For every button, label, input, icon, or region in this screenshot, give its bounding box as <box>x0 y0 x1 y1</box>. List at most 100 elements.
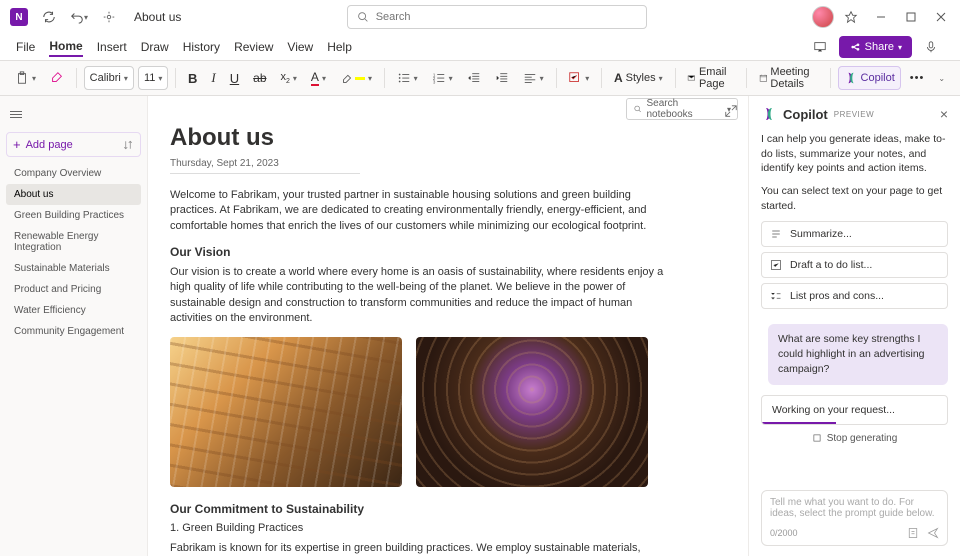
align-button[interactable]: ▾ <box>518 66 549 90</box>
strikethrough-button[interactable]: ab <box>248 66 271 90</box>
bold-button[interactable]: B <box>183 66 202 90</box>
meeting-details-button[interactable]: Meeting Details <box>754 66 823 90</box>
paste-button[interactable]: ▾ <box>10 66 41 90</box>
highlight-button[interactable]: ▾ <box>335 66 377 90</box>
sort-icon[interactable] <box>122 139 134 151</box>
page-date[interactable]: Thursday, Sept 21, 2023 <box>170 158 360 174</box>
summarize-icon <box>770 228 782 240</box>
touch-mode-icon[interactable] <box>96 4 122 30</box>
todo-icon <box>770 259 782 271</box>
email-page-button[interactable]: Email Page <box>682 66 739 90</box>
copilot-input-placeholder: Tell me what you want to do. For ideas, … <box>770 497 939 523</box>
menu-file[interactable]: File <box>16 38 35 56</box>
collapse-ribbon-icon[interactable]: ⌄ <box>933 66 950 90</box>
app-icon[interactable]: N <box>6 4 32 30</box>
share-icon <box>849 41 861 53</box>
sidebar-page-item[interactable]: Renewable Energy Integration <box>6 226 141 258</box>
user-avatar[interactable] <box>812 6 834 28</box>
todo-tag-button[interactable]: ▾ <box>563 66 594 90</box>
page-list: Company OverviewAbout usGreen Building P… <box>6 163 141 342</box>
sidebar-page-item[interactable]: Product and Pricing <box>6 279 141 300</box>
working-status: Working on your request... <box>761 395 948 425</box>
menu-help[interactable]: Help <box>327 38 352 56</box>
format-painter-icon[interactable] <box>45 66 69 90</box>
styles-button[interactable]: AStyles▾ <box>609 66 668 90</box>
preview-badge: PREVIEW <box>834 110 874 119</box>
titlebar: N ▾ About us <box>0 0 960 34</box>
outdent-button[interactable] <box>462 66 486 90</box>
vision-heading[interactable]: Our Vision <box>170 244 670 261</box>
commitment-subheading[interactable]: 1. Green Building Practices <box>170 521 670 536</box>
menu-draw[interactable]: Draw <box>141 38 169 56</box>
close-button[interactable] <box>928 4 954 30</box>
suggestion-proscons[interactable]: List pros and cons... <box>761 283 948 309</box>
document-title: About us <box>134 10 181 24</box>
building-image-2[interactable] <box>416 337 648 487</box>
send-icon[interactable] <box>927 527 939 539</box>
copilot-input[interactable]: Tell me what you want to do. For ideas, … <box>761 490 948 546</box>
sidebar-page-item[interactable]: Community Engagement <box>6 321 141 342</box>
mic-icon[interactable] <box>918 34 944 60</box>
stop-icon <box>812 433 822 443</box>
underline-button[interactable]: U <box>225 66 244 90</box>
copilot-icon <box>844 71 858 85</box>
italic-button[interactable]: I <box>206 66 220 90</box>
commitment-paragraph[interactable]: Fabrikam is known for its expertise in g… <box>170 541 670 556</box>
copilot-pane: Copilot PREVIEW × I can help you generat… <box>748 96 960 556</box>
add-page-button[interactable]: +Add page <box>6 132 141 157</box>
more-button[interactable]: ••• <box>905 66 930 90</box>
maximize-button[interactable] <box>898 4 924 30</box>
indent-button[interactable] <box>490 66 514 90</box>
minimize-button[interactable] <box>868 4 894 30</box>
menubar: File Home Insert Draw History Review Vie… <box>0 34 960 60</box>
workspace: +Add page Company OverviewAbout usGreen … <box>0 96 960 556</box>
page-title[interactable]: About us <box>170 124 726 152</box>
intro-paragraph[interactable]: Welcome to Fabrikam, your trusted partne… <box>170 188 670 234</box>
copilot-header: Copilot PREVIEW × <box>761 106 948 122</box>
hamburger-icon[interactable] <box>10 104 30 124</box>
user-message: What are some key strengths I could high… <box>768 324 948 384</box>
menu-insert[interactable]: Insert <box>97 38 127 56</box>
sidebar-page-item[interactable]: Green Building Practices <box>6 205 141 226</box>
bullets-button[interactable]: ▾ <box>392 66 423 90</box>
menu-home[interactable]: Home <box>49 37 82 57</box>
present-icon[interactable] <box>807 34 833 60</box>
copilot-intro-1: I can help you generate ideas, make to-d… <box>761 132 948 176</box>
close-icon[interactable]: × <box>940 106 948 122</box>
search-input[interactable] <box>376 11 638 23</box>
font-color-button[interactable]: A▾ <box>306 66 331 90</box>
undo-icon[interactable]: ▾ <box>66 4 92 30</box>
image-row <box>170 337 670 487</box>
ribbon-toolbar: ▾ Calibri▾ 11▾ B I U ab x2▾ A▾ ▾ ▾ 123▾ … <box>0 60 960 96</box>
sidebar-page-item[interactable]: About us <box>6 184 141 205</box>
share-button[interactable]: Share▾ <box>839 36 912 58</box>
suggestion-todo[interactable]: Draft a to do list... <box>761 252 948 278</box>
prompt-guide-icon[interactable] <box>907 527 919 539</box>
stop-generating-button[interactable]: Stop generating <box>761 433 948 444</box>
font-size-select[interactable]: 11▾ <box>138 66 168 90</box>
menu-view[interactable]: View <box>287 38 313 56</box>
sidebar-page-item[interactable]: Sustainable Materials <box>6 258 141 279</box>
building-image-1[interactable] <box>170 337 402 487</box>
vision-paragraph[interactable]: Our vision is to create a world where ev… <box>170 265 670 327</box>
premium-icon[interactable] <box>838 4 864 30</box>
sidebar-page-item[interactable]: Water Efficiency <box>6 300 141 321</box>
subscript-button[interactable]: x2▾ <box>276 66 302 90</box>
page-content[interactable]: About us Thursday, Sept 21, 2023 Welcome… <box>148 96 748 556</box>
search-box[interactable] <box>347 5 647 29</box>
font-family-select[interactable]: Calibri▾ <box>84 66 134 90</box>
svg-text:3: 3 <box>433 79 436 84</box>
suggestion-summarize[interactable]: Summarize... <box>761 221 948 247</box>
numbering-button[interactable]: 123▾ <box>427 66 458 90</box>
expand-icon[interactable] <box>724 104 738 118</box>
menu-review[interactable]: Review <box>234 38 273 56</box>
sidebar-page-item[interactable]: Company Overview <box>6 163 141 184</box>
commitment-heading[interactable]: Our Commitment to Sustainability <box>170 501 670 518</box>
list-icon <box>770 290 782 302</box>
char-counter: 0/2000 <box>770 528 798 538</box>
menu-history[interactable]: History <box>183 38 220 56</box>
sync-icon[interactable] <box>36 4 62 30</box>
copilot-icon <box>761 106 777 122</box>
page-sidebar: +Add page Company OverviewAbout usGreen … <box>0 96 148 556</box>
copilot-toolbar-button[interactable]: Copilot <box>838 66 901 90</box>
